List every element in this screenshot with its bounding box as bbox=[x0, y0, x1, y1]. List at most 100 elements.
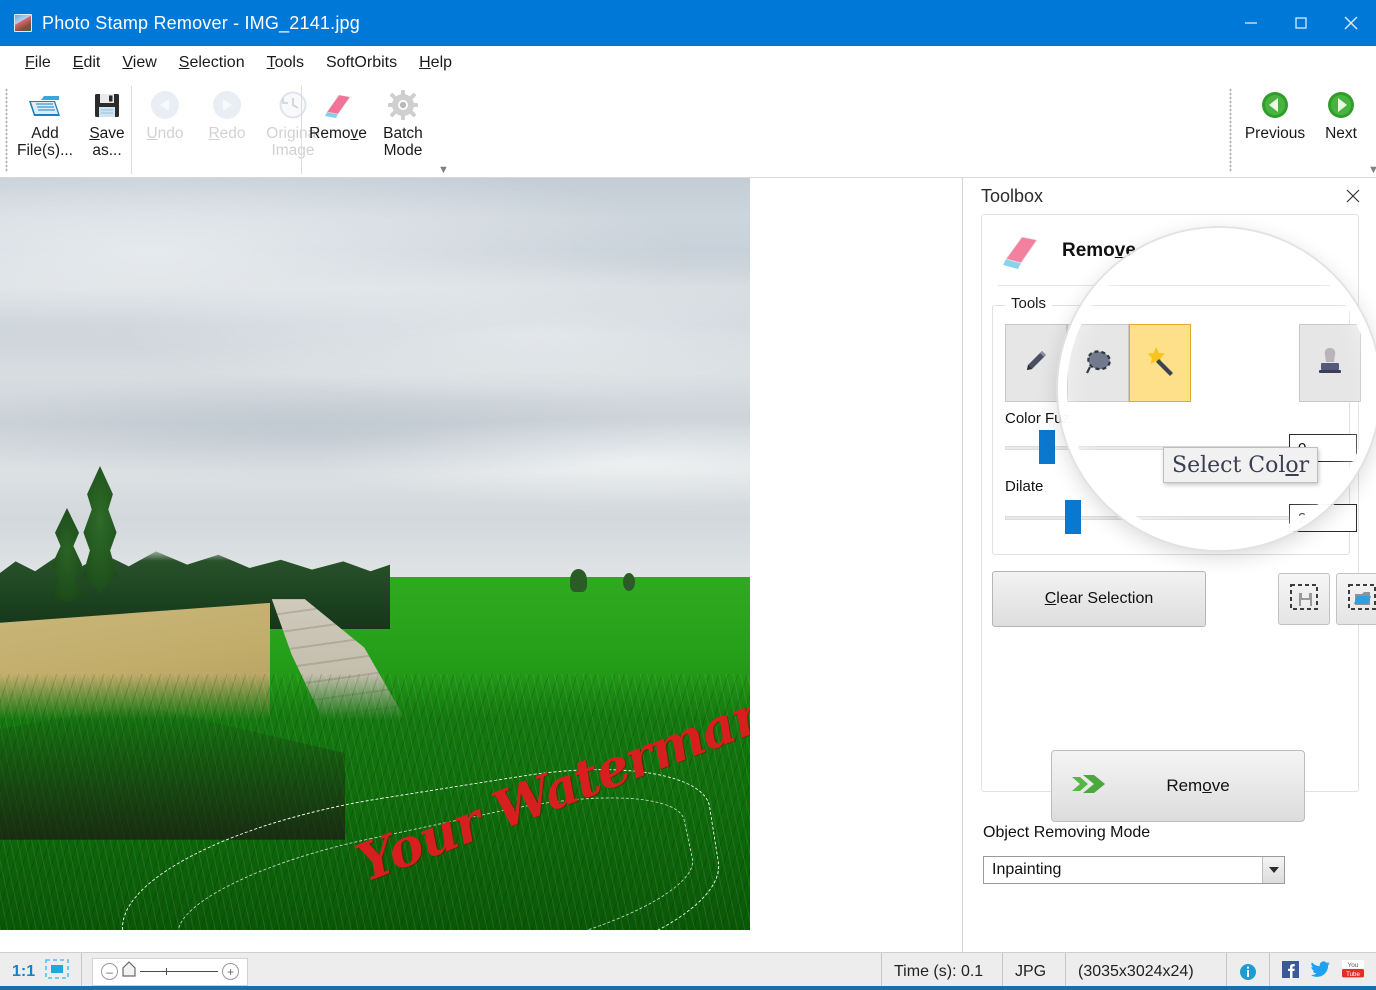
save-as-label: Save as... bbox=[89, 125, 125, 159]
time-cell: Time (s): 0.1 bbox=[894, 962, 984, 980]
undo-button[interactable]: Undo bbox=[134, 82, 196, 174]
info-icon bbox=[1240, 963, 1256, 980]
next-button[interactable]: Next bbox=[1310, 82, 1372, 174]
toolbar-nav-group: Previous Next ▼ bbox=[1240, 82, 1376, 176]
toolbar-grip bbox=[5, 88, 8, 172]
green-left-arrow-icon bbox=[1260, 88, 1290, 122]
nav-overflow-chevron-icon[interactable]: ▼ bbox=[1368, 164, 1376, 176]
next-label: Next bbox=[1325, 125, 1357, 142]
menu-selection[interactable]: Selection bbox=[168, 51, 256, 75]
menu-edit[interactable]: Edit bbox=[62, 51, 112, 75]
dilate-slider-thumb[interactable] bbox=[1065, 500, 1081, 534]
remove-section-card: Remove Tools Color Fuz Dilate 2 Clear Se… bbox=[981, 214, 1376, 792]
zoom-slider-control[interactable]: – + bbox=[92, 957, 249, 986]
load-selection-icon bbox=[1348, 583, 1376, 615]
remove-header-divider bbox=[998, 285, 1344, 286]
redo-button[interactable]: Redo bbox=[196, 82, 258, 174]
save-selection-icon bbox=[1290, 583, 1318, 615]
magic-wand-tool-button[interactable] bbox=[1129, 324, 1191, 402]
photo-distant-tree-1 bbox=[570, 569, 587, 592]
gear-icon bbox=[387, 88, 419, 122]
minus-icon[interactable]: – bbox=[101, 963, 119, 980]
select-color-button[interactable]: Select Color bbox=[1163, 447, 1319, 483]
remove-action-button[interactable]: Remove bbox=[1051, 750, 1305, 822]
remove-action-label: Remove bbox=[1166, 776, 1230, 795]
title-bar: Photo Stamp Remover - IMG_2141.jpg bbox=[0, 0, 1376, 46]
close-button[interactable] bbox=[1326, 0, 1376, 46]
plus-icon[interactable]: + bbox=[222, 963, 240, 980]
window-bottom-accent bbox=[0, 986, 1376, 990]
toolbox-panel: Toolbox Remove Tools Color Fuz Dilate 2 … bbox=[962, 178, 1376, 952]
zoom-slider-track[interactable] bbox=[140, 968, 219, 975]
menu-softorbits[interactable]: SoftOrbits bbox=[315, 51, 408, 75]
tools-fieldset: Tools Color Fuz Dilate 2 bbox=[992, 295, 1361, 555]
previous-button[interactable]: Previous bbox=[1240, 82, 1310, 174]
save-selection-button[interactable] bbox=[1278, 573, 1330, 625]
toolbar-file-group: Add File(s)... Save as... bbox=[14, 82, 138, 176]
toolbox-title: Toolbox bbox=[981, 185, 1044, 206]
nav-group-grip bbox=[1229, 88, 1232, 172]
status-bar: 1:1 – + Time (s): 0.1 JPG (3035x3024x24) bbox=[0, 952, 1376, 990]
twitter-icon[interactable] bbox=[1311, 961, 1330, 982]
menu-file[interactable]: File bbox=[14, 51, 62, 75]
add-files-button[interactable]: Add File(s)... bbox=[14, 82, 76, 174]
toolbox-header: Toolbox bbox=[963, 178, 1376, 214]
main-toolbar: Add File(s)... Save as... Undo Redo Orig… bbox=[0, 80, 1376, 178]
remove-section-header: Remove bbox=[998, 231, 1136, 271]
remove-toolbar-button[interactable]: Remove bbox=[304, 82, 372, 174]
zoom-slider-handle[interactable] bbox=[122, 961, 136, 982]
save-as-button[interactable]: Save as... bbox=[76, 82, 138, 174]
tool-row-gap bbox=[1191, 324, 1299, 402]
color-fuzz-slider-thumb[interactable] bbox=[1039, 430, 1055, 464]
select-color-label: Select Color bbox=[1172, 452, 1310, 478]
undo-label: Undo bbox=[146, 125, 184, 142]
format-cell: JPG bbox=[1015, 962, 1047, 980]
toolbox-close-icon[interactable] bbox=[1340, 183, 1366, 209]
redo-arrow-icon bbox=[211, 88, 243, 122]
svg-text:You: You bbox=[1348, 962, 1359, 969]
minimize-button[interactable] bbox=[1226, 0, 1276, 46]
eraser-icon bbox=[998, 231, 1044, 271]
lasso-icon bbox=[1081, 346, 1115, 381]
menu-tools[interactable]: Tools bbox=[256, 51, 315, 75]
color-fuzz-label: Color Fuz bbox=[1005, 410, 1071, 427]
green-right-arrow-icon bbox=[1326, 88, 1356, 122]
magic-wand-icon bbox=[1143, 345, 1177, 382]
social-links: You Tube bbox=[1270, 953, 1376, 990]
window-title: Photo Stamp Remover - IMG_2141.jpg bbox=[42, 12, 360, 33]
toolbar-history-group: Undo Redo Original Image bbox=[134, 82, 328, 176]
menu-help[interactable]: Help bbox=[408, 51, 463, 75]
load-selection-button[interactable] bbox=[1336, 573, 1376, 625]
toolbar-separator-2 bbox=[301, 86, 302, 174]
eraser-icon bbox=[321, 88, 355, 122]
stamp-tool-button[interactable] bbox=[1299, 324, 1361, 402]
dilate-slider-track[interactable] bbox=[1005, 516, 1323, 520]
previous-label: Previous bbox=[1244, 125, 1306, 142]
zoom-ratio-cell[interactable]: 1:1 bbox=[0, 953, 81, 990]
pencil-tool-button[interactable] bbox=[1005, 324, 1067, 402]
dilate-value[interactable]: 2 bbox=[1289, 504, 1357, 532]
dimensions-cell: (3035x3024x24) bbox=[1078, 962, 1194, 980]
facebook-icon[interactable] bbox=[1282, 960, 1299, 983]
maximize-button[interactable] bbox=[1276, 0, 1326, 46]
clear-selection-button[interactable]: Clear Selection bbox=[992, 571, 1206, 627]
batch-mode-button[interactable]: Batch Mode bbox=[372, 82, 434, 174]
object-removing-mode-select[interactable]: Inpainting bbox=[983, 856, 1285, 884]
fit-to-window-icon[interactable] bbox=[45, 959, 69, 984]
add-files-icon bbox=[28, 88, 62, 122]
info-button[interactable] bbox=[1227, 953, 1269, 990]
photo-image[interactable]: Your Watermark bbox=[0, 178, 750, 930]
lasso-tool-button[interactable] bbox=[1067, 324, 1129, 402]
object-removing-mode-value: Inpainting bbox=[992, 861, 1062, 878]
menu-bar: File Edit View Selection Tools SoftOrbit… bbox=[0, 46, 1376, 80]
image-canvas[interactable]: Your Watermark bbox=[0, 178, 962, 952]
menu-view[interactable]: View bbox=[111, 51, 167, 75]
youtube-icon[interactable]: You Tube bbox=[1342, 960, 1364, 983]
toolbar-overflow-chevron-icon[interactable]: ▼ bbox=[438, 164, 449, 176]
photo-distant-tree-2 bbox=[622, 572, 635, 591]
chevron-down-icon[interactable] bbox=[1262, 857, 1284, 883]
application-window: Photo Stamp Remover - IMG_2141.jpg File … bbox=[0, 0, 1376, 990]
remove-section-heading: Remove bbox=[1062, 240, 1136, 261]
save-floppy-icon bbox=[92, 88, 122, 122]
window-controls bbox=[1226, 0, 1376, 46]
